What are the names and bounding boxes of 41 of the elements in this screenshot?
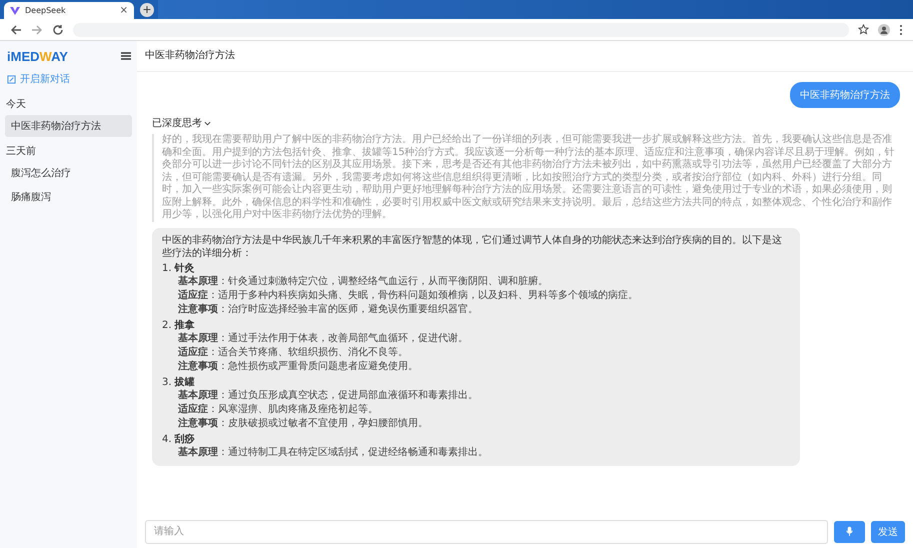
section-heading: 4. 刮痧	[162, 432, 196, 446]
chevron-down-icon	[204, 120, 211, 126]
answer-point: 适应症：风寒湿痹、肌肉疼痛及痤疮初起等。	[177, 402, 379, 416]
answer-point: 注意事项：皮肤破损或过敏者不宜使用，孕妇腰部慎用。	[177, 416, 429, 430]
profile-icon[interactable]	[878, 24, 890, 36]
chat-history-item[interactable]: 肠痛腹泻	[5, 186, 132, 208]
section-heading: 1. 针灸	[162, 262, 196, 274]
v-logo-icon	[10, 6, 20, 16]
logo: iMEDWAY	[7, 48, 68, 64]
star-icon[interactable]	[858, 24, 869, 35]
answer-point: 基本原理：针灸通过刺激特定穴位，调整经络气血运行，从而平衡阴阳、调和脏腑。	[177, 274, 549, 288]
user-message: 中医非药物治疗方法	[790, 82, 900, 108]
section-heading: 2. 推拿	[162, 318, 196, 332]
back-arrow-icon[interactable]	[10, 24, 22, 36]
answer-intro: 中医的非药物治疗方法是中华民族几千年来积累的丰富医疗智慧的体现，它们通过调节人体自身的功能状态来达到治疗疾病的目的。以下是这些疗法的详细分析：	[162, 234, 783, 260]
tab-close-button[interactable]: ×	[120, 5, 128, 16]
answer-point: 注意事项：急性损伤或严重骨质问题患者应避免使用。	[177, 360, 419, 374]
thinking-text: 好的，我现在需要帮助用户了解中医的非药物治疗方法。用户已经给出了一份详细的列表，但可能需要我进一步扩展或解释这些方法。首先，我要确认这些信息是否准确和全面。用户提到的方法包括针灸、推拿、拔罐等15种治疗方式。我应该逐一分析每一种疗法的基本原理、适应症和注意事项，确保内容详尽且易于理解。例如，针灸部分可以进一步讨论不同针法的区别及其应用场景。接下来，思考是否还有其他非药物治疗方法未被列出，如中药熏蒸或导引功法等，虽然用户已经覆盖了大部分方法，但可能需要确认是否有遗漏。另外，我需要考虑如何将这些信息组织得更清晰，比如按照治疗方式的类型分类，或者按治疗部位（如内科、外科）进行分组。同时，加入一些实际案例可能会让内容更生动，帮助用户更好地理解每种治疗方法的应用场景。还需要注意语言的可读性，避免使用过于专业的术语，如果必须使用，则应附上解释。此外，确保信息的科学性和准确性，必要时引用权威中医文献或研究结果来支持说明。最后，总结这些方法共同的特点，如整体观念、个性化治疗和副作用少等，以强化用户对中医非药物疗法优势的理解。	[152, 134, 900, 222]
answer-point: 适应症：适用于多种内科疾病如头痛、失眠，骨伤科问题如颈椎病，以及妇科、男科等多个领域的病症。	[177, 288, 639, 302]
menu-icon[interactable]	[121, 52, 131, 60]
voice-button[interactable]	[834, 520, 865, 542]
chat-history-item[interactable]: 中医非药物治疗方法	[5, 115, 132, 137]
answer-point: 基本原理：通过特制工具在特定区域刮拭，促进经络畅通和毒素排出。	[177, 446, 489, 460]
tab-title: DeepSeek	[25, 6, 67, 15]
browser-tab[interactable]: DeepSeek ×	[4, 2, 134, 19]
edit-icon	[7, 74, 16, 84]
answer-point: 基本原理：通过手法作用于体表，改善局部气血循环，促进代谢。	[177, 332, 469, 346]
more-menu-icon[interactable]	[899, 24, 903, 36]
answer-point: 注意事项：治疗时应选择经验丰富的医师，避免误伤重要组织器官。	[177, 302, 479, 316]
section-label: 三天前	[5, 145, 37, 159]
chat-history-item[interactable]: 腹泻怎么治疗	[5, 162, 132, 184]
new-tab-button[interactable]: +	[140, 3, 154, 17]
section-heading: 3. 拔罐	[162, 376, 196, 388]
message-input[interactable]: 请输入	[145, 520, 828, 544]
chat-title: 中医非药物治疗方法	[137, 41, 913, 72]
thinking-toggle[interactable]: 已深度思考	[152, 116, 211, 130]
section-label: 今天	[5, 98, 27, 112]
answer-point: 适应症：适合关节疼痛、软组织损伤、消化不良等。	[177, 346, 409, 360]
reload-icon[interactable]	[52, 24, 64, 36]
microphone-icon	[846, 526, 853, 537]
answer-point: 基本原理：通过负压形成真空状态，促进局部血液循环和毒素排出。	[177, 388, 479, 402]
